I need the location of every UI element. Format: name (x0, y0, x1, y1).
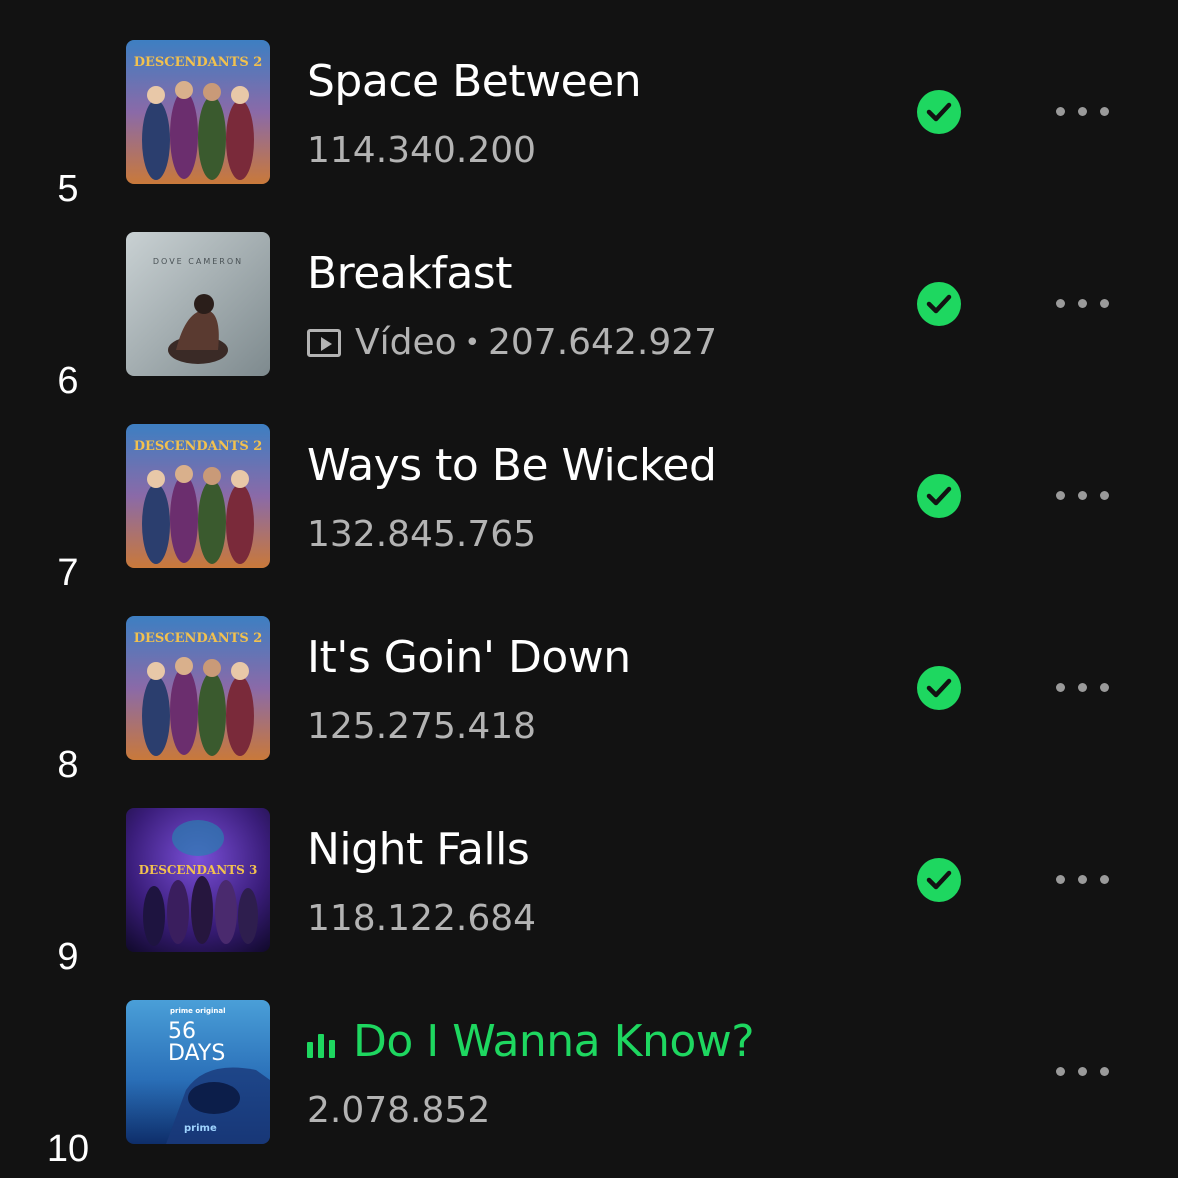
more-options-icon[interactable] (1050, 678, 1116, 698)
svg-text:DAYS: DAYS (168, 1041, 225, 1066)
track-plays: 2.078.852 (307, 1090, 491, 1131)
more-options-icon[interactable] (1050, 1062, 1116, 1082)
video-icon (307, 329, 341, 357)
svg-text:DOVE CAMERON: DOVE CAMERON (153, 257, 243, 266)
equalizer-icon (307, 1030, 337, 1058)
svg-text:DESCENDANTS 2: DESCENDANTS 2 (134, 439, 263, 454)
more-options-icon[interactable] (1050, 294, 1116, 314)
track-rank: 5 (57, 168, 79, 210)
track-row[interactable]: 10 prime original 56 DAYS prime Do I Wan… (0, 976, 1178, 1168)
album-cover: DESCENDANTS 3 (126, 808, 270, 952)
track-rank: 8 (57, 744, 79, 786)
track-row[interactable]: 8 DESCENDANTS 2 It's Goin' Down 125.275.… (0, 592, 1178, 784)
track-title: Breakfast (307, 248, 512, 299)
track-plays: 132.845.765 (307, 514, 537, 555)
track-title: Ways to Be Wicked (307, 440, 717, 491)
track-rank: 6 (57, 360, 79, 402)
track-title: It's Goin' Down (307, 632, 631, 683)
check-circle-icon[interactable] (917, 474, 961, 518)
track-row[interactable]: 5 DESCENDANTS 2 Space Between 114.340.20… (0, 16, 1178, 208)
track-title: Night Falls (307, 824, 530, 875)
track-row[interactable]: 9 DESCENDANTS 3 Night Falls 118.122.684 (0, 784, 1178, 976)
more-options-icon[interactable] (1050, 486, 1116, 506)
check-circle-icon[interactable] (917, 282, 961, 326)
svg-text:DESCENDANTS 2: DESCENDANTS 2 (134, 55, 263, 70)
track-meta: Vídeo • 207.642.927 (307, 321, 717, 365)
track-rank: 7 (57, 552, 79, 594)
check-circle-icon[interactable] (917, 666, 961, 710)
track-list: 5 DESCENDANTS 2 Space Between 114.340.20… (0, 16, 1178, 1168)
more-options-icon[interactable] (1050, 102, 1116, 122)
svg-text:DESCENDANTS 2: DESCENDANTS 2 (134, 631, 263, 646)
more-options-icon[interactable] (1050, 870, 1116, 890)
track-row[interactable]: 6 DOVE CAMERON Breakfast Vídeo • 207.642… (0, 208, 1178, 400)
track-title: Space Between (307, 56, 642, 107)
track-row[interactable]: 7 DESCENDANTS 2 Ways to Be Wicked 132.84… (0, 400, 1178, 592)
svg-text:prime: prime (184, 1123, 217, 1134)
track-plays: 118.122.684 (307, 898, 537, 939)
album-cover: DESCENDANTS 2 (126, 40, 270, 184)
album-cover: DESCENDANTS 2 (126, 616, 270, 760)
check-circle-icon[interactable] (917, 858, 961, 902)
svg-text:DESCENDANTS 3: DESCENDANTS 3 (139, 863, 258, 877)
track-plays: 114.340.200 (307, 130, 537, 171)
album-cover: DOVE CAMERON (126, 232, 270, 376)
track-plays: 125.275.418 (307, 706, 537, 747)
track-rank: 10 (46, 1128, 90, 1170)
check-circle-icon[interactable] (917, 90, 961, 134)
album-cover: prime original 56 DAYS prime (126, 1000, 270, 1144)
album-cover: DESCENDANTS 2 (126, 424, 270, 568)
svg-text:prime original: prime original (170, 1007, 226, 1015)
track-rank: 9 (57, 936, 79, 978)
track-title: Do I Wanna Know? (307, 1016, 755, 1068)
